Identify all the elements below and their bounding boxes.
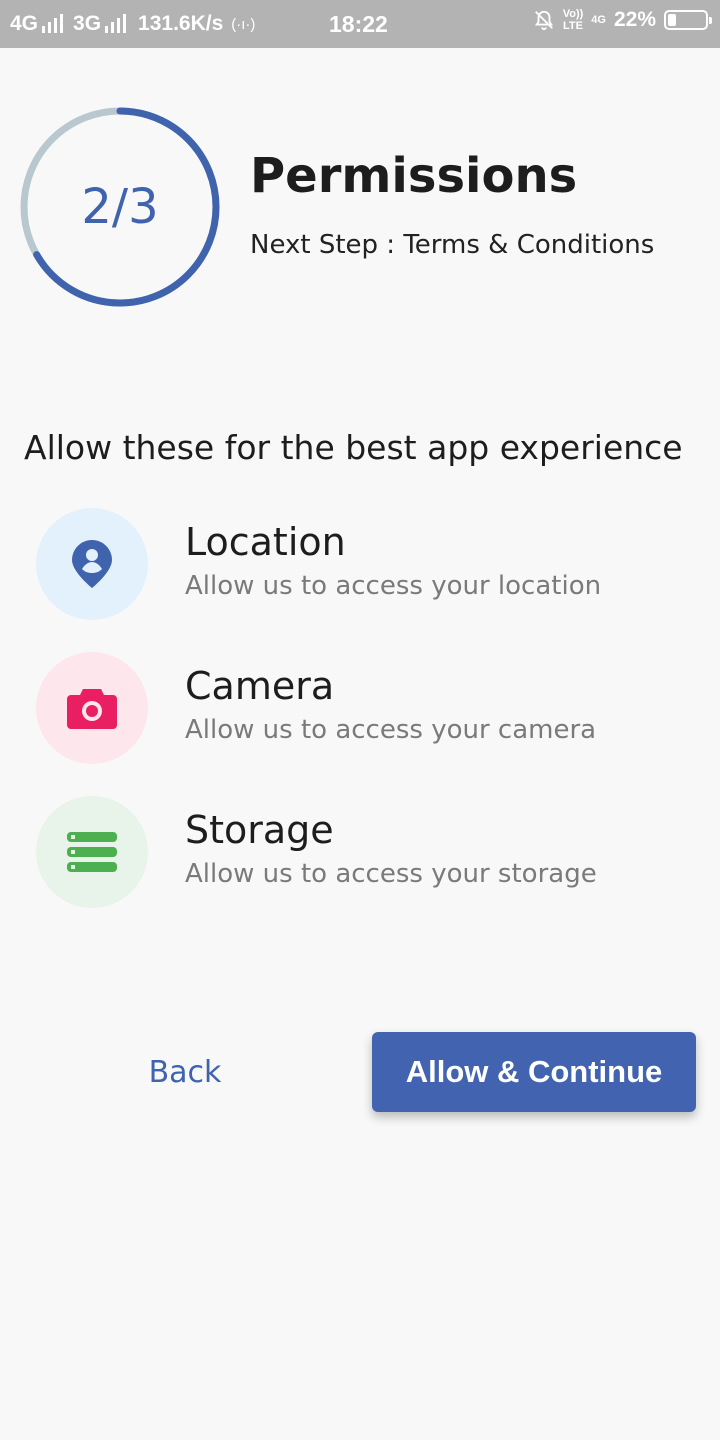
- network-type-2: 3G: [73, 12, 102, 35]
- allow-continue-button[interactable]: Allow & Continue: [372, 1032, 696, 1112]
- battery-percent: 22%: [613, 8, 656, 31]
- location-icon-circle: [36, 508, 148, 620]
- back-button[interactable]: Back: [120, 1040, 250, 1104]
- step-counter: 2/3: [81, 179, 159, 235]
- permission-name: Storage: [185, 808, 334, 852]
- permission-name: Camera: [185, 664, 335, 708]
- status-left: 4G 3G 131.6K/s (·ı·): [10, 12, 255, 36]
- permission-name: Location: [185, 520, 346, 564]
- status-right: Vo)) LTE 4G 22%: [533, 8, 712, 32]
- permission-description: Allow us to access your location: [185, 571, 602, 601]
- page-title: Permissions: [250, 148, 578, 204]
- permission-item-storage: Storage Allow us to access your storage: [36, 796, 696, 908]
- storage-icon: [67, 832, 117, 872]
- permission-description: Allow us to access your camera: [185, 715, 597, 745]
- network-type-1: 4G: [10, 12, 39, 35]
- permission-description: Allow us to access your storage: [185, 859, 597, 889]
- camera-icon: [67, 689, 117, 729]
- permission-item-camera: Camera Allow us to access your camera: [36, 652, 696, 764]
- permission-item-location: Location Allow us to access your locatio…: [36, 508, 696, 620]
- camera-icon-circle: [36, 652, 148, 764]
- clock: 18:22: [329, 11, 388, 37]
- battery-icon: [664, 10, 712, 30]
- location-pin-icon: [72, 540, 112, 588]
- storage-icon-circle: [36, 796, 148, 908]
- next-step-label: Next Step : Terms & Conditions: [250, 230, 655, 260]
- mute-bell-icon: [534, 10, 553, 31]
- status-bar: 4G 3G 131.6K/s (·ı·) 18:22 Vo)) LTE 4G 2…: [0, 0, 720, 48]
- network-speed: 131.6K/s: [138, 12, 224, 35]
- signal-icon-1: [42, 14, 64, 33]
- intro-text: Allow these for the best app experience: [24, 428, 683, 467]
- network-type-right: 4G: [591, 14, 606, 26]
- signal-icon-2: [105, 14, 127, 33]
- hotspot-icon: (·ı·): [231, 15, 256, 33]
- volte-indicator: Vo)) LTE: [562, 8, 584, 32]
